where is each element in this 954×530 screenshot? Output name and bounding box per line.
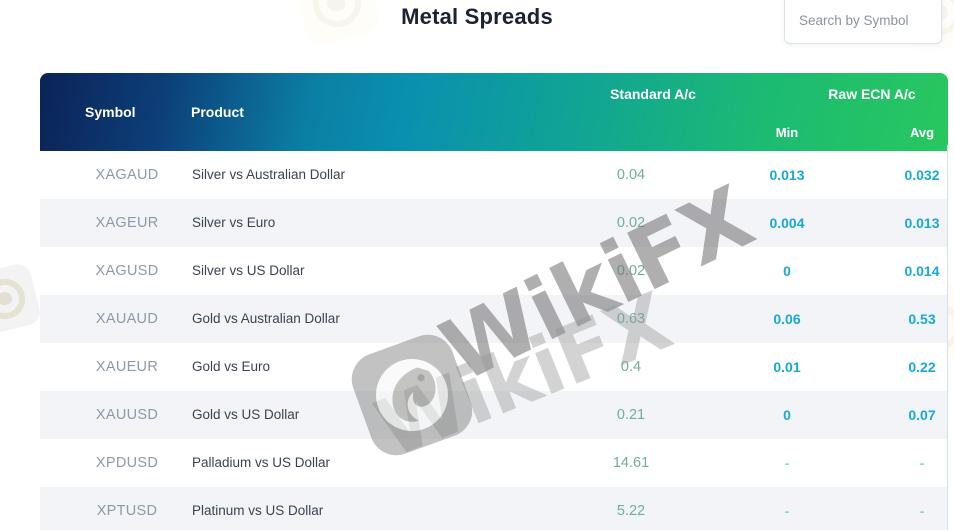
cell-standard-ac: 0.63	[616, 311, 646, 327]
cell-standard-ac: 14.61	[612, 455, 650, 471]
table-body: XAGAUD Silver vs Australian Dollar 0.04 0.0…	[40, 151, 948, 530]
column-header-avg[interactable]: Avg	[848, 125, 948, 140]
table-row[interactable]: XAUUSD Gold vs US Dollar 0.21 0 0.07	[40, 391, 948, 439]
cell-product: Platinum vs US Dollar	[192, 503, 324, 518]
cell-product: Gold vs Australian Dollar	[192, 311, 340, 326]
cell-symbol: XAGEUR	[95, 215, 159, 231]
cell-raw-ecn-min: 0	[783, 263, 791, 279]
cell-raw-ecn-avg: 0.22	[908, 359, 936, 375]
cell-standard-ac: 5.22	[616, 503, 646, 519]
table-row[interactable]: XAGAUD Silver vs Australian Dollar 0.04 0.0…	[40, 151, 948, 199]
cell-standard-ac: 0.02	[616, 263, 646, 279]
cell-raw-ecn-avg: 0.032	[904, 167, 940, 183]
table-row[interactable]: XAGEUR Silver vs Euro 0.02 0.004 0.013	[40, 199, 948, 247]
cell-raw-ecn-min: -	[784, 455, 790, 471]
cell-product: Gold vs US Dollar	[192, 407, 300, 422]
table-row[interactable]: XPDUSD Palladium vs US Dollar 14.61 - -	[40, 439, 948, 487]
cell-raw-ecn-min: 0.01	[773, 359, 801, 375]
cell-standard-ac: 0.04	[616, 167, 646, 183]
cell-raw-ecn-min: 0	[783, 407, 791, 423]
cell-symbol: XAUUSD	[95, 407, 159, 423]
table-row[interactable]: XAGUSD Silver vs US Dollar 0.02 0 0.014	[40, 247, 948, 295]
cell-product: Silver vs US Dollar	[192, 263, 305, 278]
cell-symbol: XAUAUD	[95, 311, 159, 327]
cell-raw-ecn-min: 0.06	[773, 311, 801, 327]
cell-product: Palladium vs US Dollar	[192, 455, 331, 470]
cell-product: Gold vs Euro	[192, 359, 271, 374]
vertical-scroll-rule[interactable]	[947, 145, 948, 530]
cell-symbol: XAUEUR	[95, 359, 159, 375]
cell-symbol: XAGAUD	[95, 167, 159, 183]
cell-standard-ac: 0.21	[616, 407, 646, 423]
metal-spreads-page: Metal Spreads Symbol Product Standard A/…	[0, 0, 954, 530]
table-row[interactable]: XPTUSD Platinum vs US Dollar 5.22 - -	[40, 487, 948, 530]
column-header-symbol[interactable]: Symbol	[85, 104, 136, 120]
search-input[interactable]	[797, 12, 941, 29]
cell-standard-ac: 0.02	[616, 215, 646, 231]
column-header-product[interactable]: Product	[191, 104, 244, 120]
cell-standard-ac: 0.4	[620, 359, 642, 375]
cell-raw-ecn-avg: 0.53	[908, 311, 936, 327]
cell-symbol: XPTUSD	[96, 503, 158, 519]
search-box[interactable]	[784, 0, 942, 44]
table-row[interactable]: XAUAUD Gold vs Australian Dollar 0.63 0.06 0…	[40, 295, 948, 343]
cell-raw-ecn-avg: -	[919, 455, 925, 471]
table-header-row: Symbol Product Standard A/c Raw ECN A/c …	[40, 73, 948, 151]
spreads-table: Symbol Product Standard A/c Raw ECN A/c …	[40, 73, 948, 530]
column-header-raw-ecn-ac[interactable]: Raw ECN A/c	[762, 86, 948, 102]
wikifx-logo-watermark-left	[0, 261, 43, 337]
cell-raw-ecn-min: 0.004	[769, 215, 805, 231]
cell-raw-ecn-avg: -	[919, 503, 925, 519]
column-header-standard-ac[interactable]: Standard A/c	[580, 86, 726, 102]
cell-product: Silver vs Australian Dollar	[192, 167, 346, 182]
table-row[interactable]: XAUEUR Gold vs Euro 0.4 0.01 0.22	[40, 343, 948, 391]
cell-raw-ecn-min: -	[784, 503, 790, 519]
column-header-min[interactable]: Min	[712, 125, 862, 140]
cell-symbol: XAGUSD	[95, 263, 159, 279]
cell-product: Silver vs Euro	[192, 215, 276, 230]
cell-raw-ecn-avg: 0.014	[904, 263, 940, 279]
cell-raw-ecn-avg: 0.013	[904, 215, 940, 231]
cell-symbol: XPDUSD	[95, 455, 159, 471]
cell-raw-ecn-min: 0.013	[769, 167, 805, 183]
cell-raw-ecn-avg: 0.07	[908, 407, 936, 423]
